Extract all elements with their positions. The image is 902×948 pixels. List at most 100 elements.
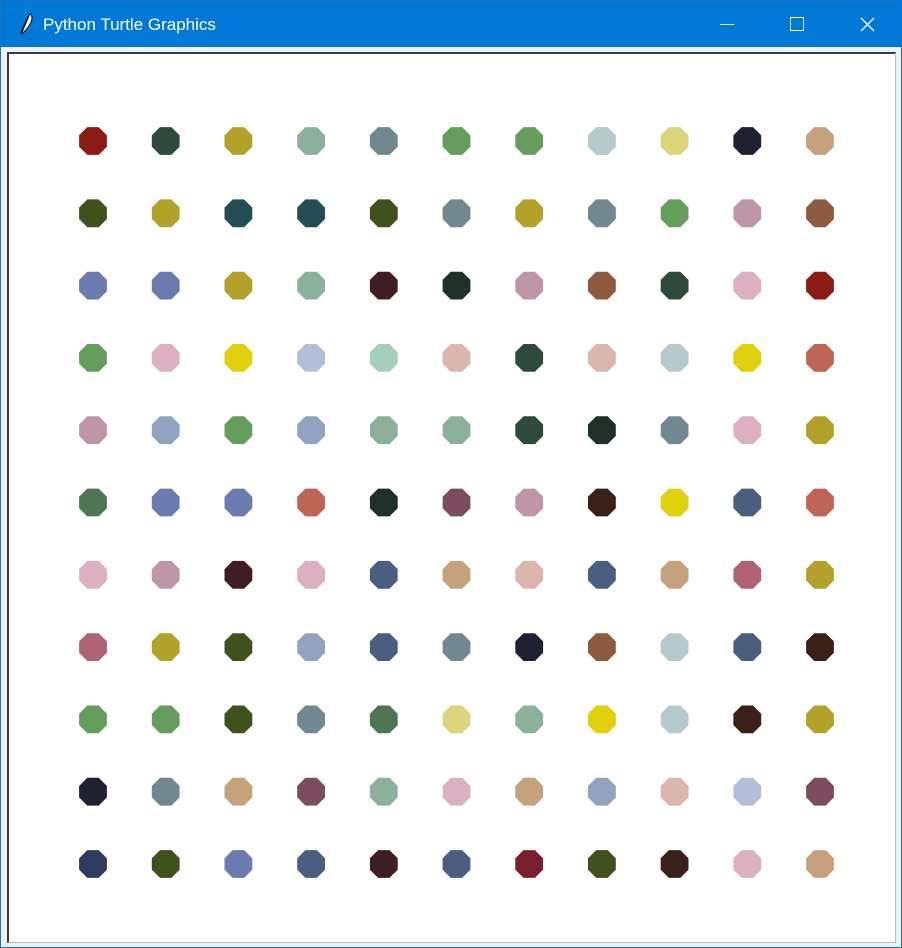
title-bar[interactable]: Python Turtle Graphics <box>1 1 901 47</box>
dot <box>660 199 689 228</box>
dot <box>515 127 544 155</box>
window-title: Python Turtle Graphics <box>43 15 216 34</box>
minimize-icon <box>720 24 734 25</box>
dot <box>660 127 689 155</box>
dot <box>224 127 253 155</box>
dot <box>515 271 544 300</box>
dot <box>442 344 471 372</box>
dot <box>660 633 689 661</box>
dot <box>806 199 834 228</box>
dot <box>151 777 180 806</box>
dot <box>79 705 107 734</box>
dot <box>79 777 107 806</box>
dot <box>297 777 325 806</box>
dot <box>733 705 762 734</box>
dot <box>369 488 398 517</box>
dot <box>806 705 834 734</box>
dot <box>224 850 253 878</box>
dot <box>806 127 834 155</box>
dot <box>588 488 616 517</box>
dot <box>369 777 398 806</box>
dot <box>297 199 325 228</box>
dot <box>660 777 689 806</box>
dot <box>224 344 253 372</box>
dot <box>442 488 471 517</box>
dot <box>224 560 253 589</box>
dot <box>224 271 253 300</box>
dot <box>369 199 398 228</box>
dot <box>151 416 180 445</box>
dot <box>660 705 689 734</box>
dot <box>515 705 544 734</box>
dot <box>588 705 616 734</box>
dot <box>79 127 107 155</box>
dot <box>79 271 107 300</box>
dot <box>151 271 180 300</box>
dot <box>79 416 107 445</box>
dot <box>660 560 689 589</box>
dot <box>151 705 180 734</box>
dot <box>442 199 471 228</box>
dot <box>806 488 834 517</box>
dot <box>733 199 762 228</box>
turtle-window: Python Turtle Graphics <box>0 0 902 948</box>
dot <box>297 850 325 878</box>
dot <box>515 777 544 806</box>
dot <box>588 777 616 806</box>
dot <box>806 633 834 661</box>
dot <box>588 344 616 372</box>
dot <box>369 705 398 734</box>
dot <box>224 705 253 734</box>
dot <box>515 633 544 661</box>
dot <box>660 488 689 517</box>
dot <box>733 850 762 878</box>
dot <box>79 633 107 661</box>
dot <box>297 344 325 372</box>
dot <box>224 488 253 517</box>
dot <box>660 271 689 300</box>
dot <box>660 850 689 878</box>
minimize-button[interactable] <box>704 1 750 47</box>
dot <box>369 271 398 300</box>
dot <box>442 127 471 155</box>
dot <box>806 777 834 806</box>
dot <box>515 199 544 228</box>
dot <box>733 560 762 589</box>
dot <box>151 344 180 372</box>
maximize-button[interactable] <box>774 1 820 47</box>
dot <box>297 633 325 661</box>
dot <box>442 271 471 300</box>
dot <box>442 705 471 734</box>
maximize-icon <box>790 17 804 31</box>
dot <box>515 850 544 878</box>
dot <box>369 633 398 661</box>
dot <box>733 416 762 445</box>
dot <box>369 127 398 155</box>
dot <box>588 271 616 300</box>
turtle-canvas[interactable] <box>7 52 896 943</box>
dot <box>660 344 689 372</box>
feather-icon <box>16 12 36 36</box>
dot <box>369 560 398 589</box>
dot <box>442 850 471 878</box>
dot <box>151 850 180 878</box>
dot <box>733 344 762 372</box>
dot <box>442 416 471 445</box>
dot <box>588 416 616 445</box>
dot <box>369 344 398 372</box>
dot <box>79 199 107 228</box>
dot <box>515 560 544 589</box>
dot <box>588 850 616 878</box>
dot <box>369 416 398 445</box>
dot <box>806 271 834 300</box>
dot <box>79 560 107 589</box>
close-button[interactable] <box>844 1 890 47</box>
dot <box>806 850 834 878</box>
dot <box>151 127 180 155</box>
dot <box>806 344 834 372</box>
dot <box>224 777 253 806</box>
dot <box>588 560 616 589</box>
close-icon <box>860 17 875 32</box>
dot <box>297 488 325 517</box>
dot <box>297 271 325 300</box>
